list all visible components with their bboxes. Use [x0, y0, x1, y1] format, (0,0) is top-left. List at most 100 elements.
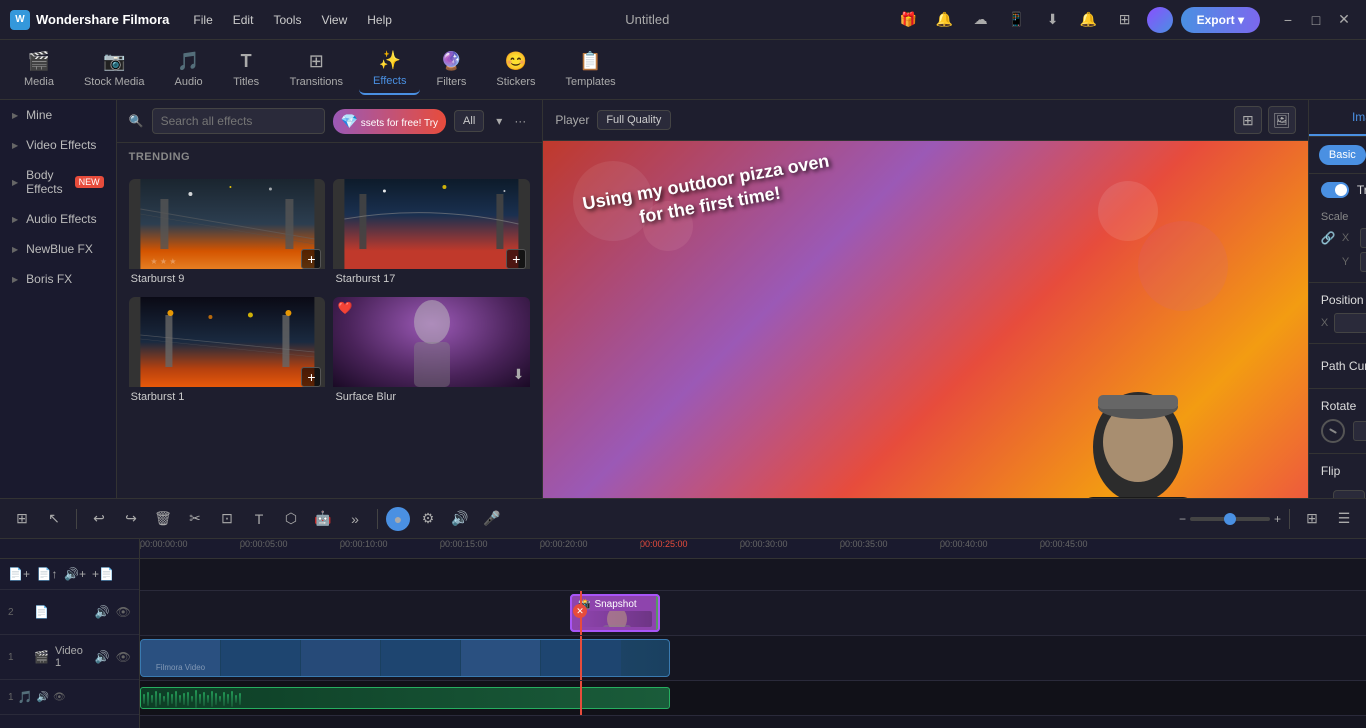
delete-button[interactable]: 🗑 — [149, 505, 177, 533]
maximize-button[interactable]: □ — [1304, 8, 1328, 32]
grid-icon[interactable]: ⊞ — [1111, 6, 1139, 34]
add-effect-button[interactable]: + — [506, 249, 526, 269]
search-icon: 🔍 — [129, 114, 144, 128]
effect-card-starburst1[interactable]: Starburst 1 + — [129, 297, 326, 407]
audio-clip[interactable] — [140, 687, 670, 709]
menu-file[interactable]: File — [185, 9, 220, 31]
track-eye-2[interactable]: 👁 — [116, 605, 131, 619]
transform-tl-button[interactable]: ⬡ — [277, 505, 305, 533]
add-video-track[interactable]: 📄+ — [8, 563, 30, 585]
download-effect-button[interactable]: ⬇ — [513, 366, 525, 383]
tool-templates[interactable]: 📋 Templates — [552, 45, 630, 94]
playhead-track1 — [580, 636, 582, 680]
gift-icon[interactable]: 🎁 — [895, 6, 923, 34]
download-icon[interactable]: ⬇ — [1039, 6, 1067, 34]
audio-track-ctrl[interactable]: 🔊 — [37, 692, 49, 703]
sidebar-item-boris[interactable]: ▶ Boris FX — [0, 264, 116, 294]
effect-card-starburst17[interactable]: Starburst 17 + — [333, 179, 530, 289]
undo-button[interactable]: ↩ — [85, 505, 113, 533]
crop-button[interactable]: ⊡ — [213, 505, 241, 533]
cloud-icon[interactable]: ☁ — [967, 6, 995, 34]
menu-help[interactable]: Help — [359, 9, 400, 31]
minimize-button[interactable]: − — [1276, 8, 1300, 32]
sidebar-item-video-effects[interactable]: ▶ Video Effects — [0, 130, 116, 160]
position-x-input[interactable]: 0.00 — [1334, 313, 1366, 333]
cut-button[interactable]: ✂ — [181, 505, 209, 533]
search-input[interactable] — [152, 108, 325, 134]
tool-audio[interactable]: 🎵 Audio — [161, 45, 217, 94]
user-avatar[interactable] — [1147, 7, 1173, 33]
more-tl-button[interactable]: » — [341, 505, 369, 533]
promo-badge[interactable]: 💎 ssets for free! Try — [333, 109, 446, 134]
add-video-above[interactable]: 📄↑ — [36, 563, 58, 585]
tool-stickers[interactable]: 😊 Stickers — [482, 45, 549, 94]
tool-titles[interactable]: T Titles — [219, 45, 274, 94]
menu-view[interactable]: View — [313, 9, 355, 31]
grid-layout-button[interactable]: ⊞ — [1234, 106, 1262, 134]
audio-sync-button[interactable]: 🔊 — [446, 505, 474, 533]
effect-card-surface-blur[interactable]: ❤️ ⬇ Surface Blur — [333, 297, 530, 407]
scale-x-input[interactable]: 100.00 — [1360, 228, 1366, 248]
menu-edit[interactable]: Edit — [225, 9, 262, 31]
zoom-out-button[interactable]: − — [1179, 512, 1186, 526]
arrow-icon: ▶ — [12, 111, 18, 120]
tool-effects[interactable]: ✨ Effects — [359, 44, 420, 95]
subtab-basic[interactable]: Basic — [1319, 145, 1366, 165]
audio-track-label: 1 🎵 🔊 👁 — [0, 680, 139, 715]
screen-icon[interactable]: 📱 — [1003, 6, 1031, 34]
tool-filters-label: Filters — [436, 76, 466, 88]
fullscreen-layout-button[interactable]: 🖼 — [1268, 106, 1296, 134]
zoom-thumb[interactable] — [1224, 513, 1236, 525]
tool-stock[interactable]: 📷 Stock Media — [70, 45, 159, 94]
rotate-input[interactable]: 0.00° — [1353, 421, 1366, 441]
quality-selector[interactable]: Full Quality — [597, 110, 671, 130]
effect-card-starburst9[interactable]: ★ ★ ★ Starburst 9 + — [129, 179, 326, 289]
transform-toggle[interactable] — [1321, 182, 1349, 198]
add-effect-button[interactable]: + — [301, 367, 321, 387]
mic-button[interactable]: 🎤 — [478, 505, 506, 533]
zoom-in-button[interactable]: + — [1274, 512, 1281, 526]
sidebar-item-audio-effects[interactable]: ▶ Audio Effects — [0, 204, 116, 234]
effect-thumb-starburst1 — [129, 297, 326, 387]
tab-image[interactable]: Image — [1309, 100, 1366, 136]
text-button[interactable]: T — [245, 505, 273, 533]
share-icon[interactable]: 🔔 — [931, 6, 959, 34]
export-button[interactable]: Export ▾ — [1181, 7, 1260, 33]
add-clip-button[interactable]: +📄 — [92, 563, 114, 585]
stickers-icon: 😊 — [505, 51, 527, 72]
tool-transitions[interactable]: ⊞ Transitions — [276, 45, 357, 94]
track-volume-2[interactable]: 🔊 — [95, 605, 110, 619]
filter-button[interactable]: All — [454, 110, 484, 132]
zoom-slider[interactable] — [1190, 517, 1270, 521]
add-audio-track[interactable]: 🔊+ — [64, 563, 86, 585]
title-bar: W Wondershare Filmora File Edit Tools Vi… — [0, 0, 1366, 40]
tool-media-label: Media — [24, 76, 54, 88]
sidebar-item-mine[interactable]: ▶ Mine — [0, 100, 116, 130]
select-tool-button[interactable]: ↖ — [40, 505, 68, 533]
main-video-clip[interactable]: Filmora Video — [140, 639, 670, 677]
add-effect-button[interactable]: + — [301, 249, 321, 269]
tool-filters[interactable]: 🔮 Filters — [422, 45, 480, 94]
ai-tools-button[interactable]: 🤖 — [309, 505, 337, 533]
scale-x-label: X — [1342, 232, 1354, 244]
add-media-button[interactable]: ⊞ — [8, 505, 36, 533]
list-view-button[interactable]: ☰ — [1330, 505, 1358, 533]
add-track-buttons: 📄+ 📄↑ 🔊+ +📄 — [0, 559, 139, 590]
tool-media[interactable]: 🎬 Media — [10, 45, 68, 94]
more-options-button[interactable]: ··· — [510, 110, 530, 132]
audio-track-eye[interactable]: 👁 — [53, 692, 66, 703]
track-volume-1[interactable]: 🔊 — [95, 650, 110, 664]
menu-tools[interactable]: Tools — [265, 9, 309, 31]
settings-button[interactable]: ⚙ — [414, 505, 442, 533]
scale-y-input[interactable]: 100.00 — [1360, 252, 1366, 272]
redo-button[interactable]: ↪ — [117, 505, 145, 533]
grid-view-button[interactable]: ⊞ — [1298, 505, 1326, 533]
rotate-dial[interactable] — [1321, 419, 1345, 443]
sidebar-item-body-effects[interactable]: ▶ Body Effects NEW — [0, 160, 116, 204]
snapshot-label: Snapshot — [594, 599, 636, 610]
sidebar-item-newblue[interactable]: ▶ NewBlue FX — [0, 234, 116, 264]
bell-icon[interactable]: 🔔 — [1075, 6, 1103, 34]
track-eye-1[interactable]: 👁 — [116, 650, 131, 664]
close-button[interactable]: ✕ — [1332, 8, 1356, 32]
scale-y-row: 🔗 Y 100.00 % — [1321, 252, 1366, 272]
